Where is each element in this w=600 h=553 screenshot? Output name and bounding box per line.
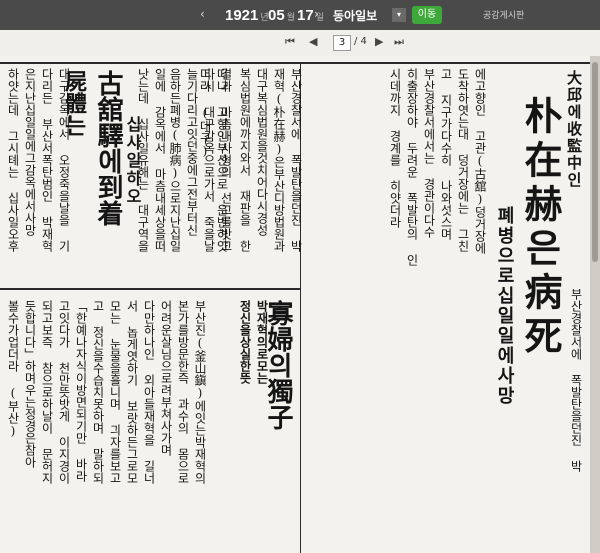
- prev-page-icon[interactable]: ◀: [309, 35, 317, 48]
- text-line: 서 놉게엿하기 보랏하든그로모: [125, 300, 139, 484]
- article-body-right-fragment: 에고향인 고관(古舘)덩거장에 도착하엿는대 덩거장에는 그친 고 지구가다수히…: [386, 68, 488, 298]
- scrollbar-thumb[interactable]: [592, 62, 598, 262]
- newspaper-viewer[interactable]: 大邱에收監中인 朴在赫은病死 폐병으로십일일에사망 에고향인 고관(古舘)덩거장…: [0, 56, 600, 553]
- text-line: 부산경찰서에 폭발탄을던진 박: [289, 68, 303, 252]
- text-line: 재혁(朴在赫)은부산디방법원과: [272, 68, 286, 252]
- article-body-tail: 떠나 고향인부산으로 운반하얏 더라 (대구): [196, 68, 230, 298]
- first-page-icon[interactable]: ⏮: [285, 35, 295, 49]
- day-value: 17: [297, 7, 314, 24]
- year-display[interactable]: 1921 년: [225, 5, 269, 24]
- text-line: 고잇다가 천만뜻밧게 이지경이: [57, 300, 71, 484]
- text-line: 부산경찰서에 폭발탄을던진 박: [569, 288, 583, 472]
- text-line: 어려운살님으로려부쳐사가며: [159, 300, 173, 456]
- text-line: 다리든 부산서폭탄범인 박재혁: [40, 68, 54, 252]
- subhead-line: 박재혁의로모는: [255, 300, 269, 384]
- newspaper-page: 大邱에收監中인 朴在赫은病死 폐병으로십일일에사망 에고향인 고관(古舘)덩거장…: [0, 56, 590, 553]
- article2-headline-c: 십사일하오: [123, 116, 142, 206]
- headline-main: 朴在赫은病死: [518, 96, 563, 360]
- headline-sub: 폐병으로십일일에사망: [494, 206, 515, 406]
- month-display[interactable]: 05 월: [268, 5, 295, 24]
- article3-body: 부산진(釜山鎭)에잇는박재혁의 본가를방문한즉 과수의 몸으로 어려운살님으로려…: [4, 300, 208, 550]
- text-line: 음하든폐병(肺病)으로지난십일: [168, 68, 182, 252]
- current-page-input[interactable]: 3: [333, 35, 351, 51]
- text-line: 히출장하야 두려운 폭발탄의 인: [405, 68, 419, 266]
- last-page-icon[interactable]: ⏭: [394, 35, 404, 49]
- text-line: 부산경찰서에서는 경관이다수: [422, 68, 436, 238]
- subhead-line: 정신을상실한뜻: [238, 300, 252, 384]
- text-line: 고 지구가다수히 나와섯스며: [439, 68, 453, 240]
- text-line: 대구복심법원을것치어다시경성: [255, 68, 269, 236]
- vertical-scrollbar[interactable]: [590, 56, 600, 553]
- article-lower-right-body: 부산경찰서에 폭발탄을던진 박: [567, 288, 584, 543]
- day-display[interactable]: 17 일: [297, 5, 324, 24]
- text-line: 본가를방문한즉 과수의 몸으로: [176, 300, 190, 484]
- text-line: 되고보즉 참으로하날이 문허지: [40, 300, 54, 484]
- text-line: 에고향인 고관(古舘)덩거장에: [473, 68, 487, 254]
- month-unit: 월: [286, 13, 295, 23]
- prev-date-arrow-icon[interactable]: ‹: [200, 7, 205, 21]
- article3-subhead: 박재혁의로모는 정신을상실한뜻: [236, 300, 270, 540]
- text-line: 고 정신을수습치못하며 말하되: [91, 300, 105, 484]
- article2-body: 대구감옥에서 오정죽을날을 기 다리든 부산서폭탄범인 박재혁 은지난십일일에그…: [4, 68, 72, 298]
- top-navigation-bar: ‹ 1921 년 05 월 17 일 › 동아일보 ▾ 이동 공감게시판: [0, 0, 600, 30]
- chevron-down-icon[interactable]: ▾: [392, 8, 406, 22]
- article-body: 부산경찰서에 폭발탄을던진 박 재혁(朴在赫)은부산디방법원과 대구복심법원을것…: [236, 68, 304, 298]
- top-rule: [0, 62, 590, 64]
- headline-small: 大邱에收監中인: [565, 70, 583, 189]
- next-page-icon[interactable]: ▶: [375, 35, 383, 48]
- text-line: 하얏는데 그시톄는 십사일오후: [6, 68, 20, 252]
- text-line: 도착하엿는대 덩거장에는 그친: [456, 68, 470, 252]
- year-value: 1921: [225, 7, 259, 24]
- next-date-arrow-icon[interactable]: ›: [314, 7, 319, 21]
- newspaper-name[interactable]: 동아일보: [333, 7, 377, 24]
- text-line: 복심법원에까지와서 재판을 한: [238, 68, 252, 252]
- text-line: 듯합니다」하며우는정경은참아: [23, 300, 37, 468]
- page-total: / 4: [354, 36, 367, 47]
- text-line: 다만하나인 외아들재혁을 길너: [142, 300, 156, 484]
- text-line: 볼수가업더라 (부산): [6, 300, 20, 438]
- text-line: 더라 (대구): [198, 68, 212, 158]
- text-line: 떠나 고향인부산으로 운반하얏: [215, 68, 229, 252]
- text-line: 모는 눈물을흘니며 긔자를보고: [108, 300, 122, 484]
- text-line: 시데까지 경계를 히얏더라: [388, 68, 402, 228]
- page-navigation: ⏮ ◀ 3 / 4 ▶ ⏭: [0, 30, 600, 57]
- text-line: 대구감옥에서 오정죽을날을 기: [57, 68, 71, 252]
- text-line: 은지난십일일에그감옥에서사망: [23, 68, 37, 236]
- text-line: 일에 감옥에서 마츰내세상을떠: [153, 68, 167, 252]
- month-value: 05: [268, 7, 285, 24]
- move-button[interactable]: 이동: [412, 6, 442, 24]
- text-line: 부산진(釜山鎭)에잇는박재혁의: [193, 300, 207, 484]
- text-line: 「한예나자식이방면되기만 바라: [74, 300, 88, 482]
- board-link[interactable]: 공감게시판: [483, 8, 524, 21]
